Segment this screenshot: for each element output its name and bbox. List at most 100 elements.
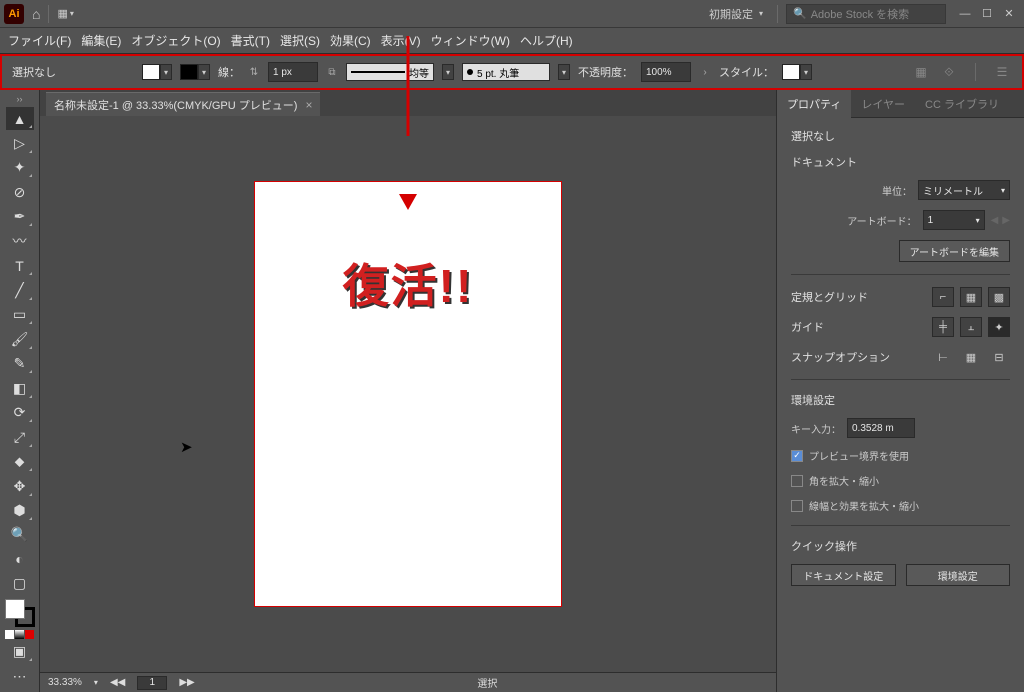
- shaper-tool[interactable]: ✎: [6, 352, 34, 375]
- pen-tool[interactable]: ✒: [6, 205, 34, 228]
- tab-properties[interactable]: プロパティ: [777, 90, 851, 118]
- menu-type[interactable]: 書式(T): [231, 32, 270, 49]
- style-swatch[interactable]: ▾: [782, 64, 812, 80]
- dropdown-icon[interactable]: ▾: [558, 64, 570, 80]
- stroke-weight-stepper-icon[interactable]: ⇅: [248, 67, 260, 78]
- magic-wand-tool[interactable]: ✦: [6, 156, 34, 179]
- close-button[interactable]: ✕: [998, 6, 1020, 22]
- brush-dropdown[interactable]: 5 pt. 丸筆: [462, 63, 550, 81]
- paintbrush-tool[interactable]: 🖌: [6, 327, 34, 350]
- tab-cc-libraries[interactable]: CC ライブラリ: [915, 90, 1009, 118]
- arrange-docs-dropdown[interactable]: ▦ ▾: [57, 7, 73, 20]
- minimize-button[interactable]: —: [954, 6, 976, 22]
- canvas[interactable]: 復活!! ➤: [40, 116, 776, 672]
- transform-icon[interactable]: ⟐: [939, 63, 959, 81]
- tool-status: 選択: [207, 675, 768, 690]
- window-buttons: — ☐ ✕: [954, 6, 1020, 22]
- width-tool[interactable]: ⬥: [6, 450, 34, 473]
- guide-toggle-icon[interactable]: ╪: [932, 317, 954, 337]
- panel-grip[interactable]: ››: [17, 94, 23, 104]
- artboard-select[interactable]: 1▾: [923, 210, 985, 230]
- app-logo: Ai: [4, 4, 24, 24]
- stroke-swatch[interactable]: ▾: [180, 64, 210, 80]
- search-input[interactable]: 🔍 Adobe Stock を検索: [786, 4, 946, 24]
- chevron-right-icon[interactable]: ›: [699, 67, 711, 78]
- menu-object[interactable]: オブジェクト(O): [131, 32, 220, 49]
- maximize-button[interactable]: ☐: [976, 6, 998, 22]
- line-tool[interactable]: ╱: [6, 278, 34, 301]
- preferences-button[interactable]: 環境設定: [906, 564, 1011, 586]
- smart-guide-icon[interactable]: ✦: [988, 317, 1010, 337]
- shape-builder-tool[interactable]: ⬢: [6, 499, 34, 522]
- fill-stroke-swatch[interactable]: [5, 599, 35, 627]
- zoom-level[interactable]: 33.33%: [48, 677, 82, 688]
- ruler-grid-label: 定規とグリッド: [791, 289, 926, 305]
- artboard-nav-input[interactable]: 1: [137, 676, 167, 690]
- guide-lock-icon[interactable]: ⫠: [960, 317, 982, 337]
- nav-prev-icon[interactable]: ◀◀: [110, 677, 125, 688]
- curvature-tool[interactable]: 〰: [6, 229, 34, 252]
- cursor-icon: ➤: [180, 438, 193, 456]
- options-icon[interactable]: ☰: [992, 63, 1012, 81]
- home-icon[interactable]: ⌂: [32, 6, 40, 22]
- snap-pixel-icon[interactable]: ⊟: [988, 347, 1010, 367]
- menu-edit[interactable]: 編集(E): [81, 32, 121, 49]
- screen-mode-tool[interactable]: ▣: [6, 640, 34, 663]
- menu-view[interactable]: 表示(V): [381, 32, 421, 49]
- selection-tool[interactable]: ▲: [6, 107, 34, 130]
- edit-toolbar[interactable]: ⋯: [6, 664, 34, 687]
- units-select[interactable]: ミリメートル▾: [918, 180, 1010, 200]
- opacity-input[interactable]: 100%: [641, 62, 691, 82]
- workspace-switcher[interactable]: 初期設定 ▾: [709, 6, 763, 22]
- document-setup-button[interactable]: ドキュメント設定: [791, 564, 896, 586]
- edit-artboard-button[interactable]: アートボードを編集: [899, 240, 1010, 262]
- checkbox-icon: ✓: [791, 450, 803, 462]
- scale-tool[interactable]: ⤢: [6, 425, 34, 448]
- align-icon[interactable]: ▦: [911, 63, 931, 81]
- menu-effect[interactable]: 効果(C): [330, 32, 371, 49]
- use-preview-bounds-checkbox[interactable]: ✓ プレビュー境界を使用: [791, 448, 1010, 463]
- eraser-tool[interactable]: ◧: [6, 376, 34, 399]
- stroke-weight-input[interactable]: 1 px: [268, 62, 318, 82]
- transparency-grid-icon[interactable]: ▩: [988, 287, 1010, 307]
- snap-point-icon[interactable]: ⊢: [932, 347, 954, 367]
- stroke-profile-dropdown[interactable]: 均等: [346, 63, 434, 81]
- title-bar: Ai ⌂ ▦ ▾ 初期設定 ▾ 🔍 Adobe Stock を検索 — ☐ ✕: [0, 0, 1024, 28]
- style-label: スタイル：: [719, 64, 774, 80]
- scale-strokes-checkbox[interactable]: 線幅と効果を拡大・縮小: [791, 498, 1010, 513]
- artboard-tool[interactable]: ▢: [6, 572, 34, 595]
- menu-help[interactable]: ヘルプ(H): [520, 32, 573, 49]
- artboard-nav[interactable]: ◀▶: [991, 215, 1010, 226]
- menu-select[interactable]: 選択(S): [280, 32, 320, 49]
- close-icon[interactable]: ×: [305, 98, 312, 112]
- snap-grid-icon[interactable]: ▦: [960, 347, 982, 367]
- tab-layers[interactable]: レイヤー: [851, 90, 915, 118]
- rectangle-tool[interactable]: ▭: [6, 303, 34, 326]
- link-icon[interactable]: ⧉: [326, 67, 338, 78]
- zoom-tool[interactable]: 🔍: [6, 523, 34, 546]
- checkbox-icon: [791, 500, 803, 512]
- ruler-icon[interactable]: ⌐: [932, 287, 954, 307]
- status-bar: 33.33%▾ ◀◀ 1 ▶▶ 選択: [40, 672, 776, 692]
- fill-swatch[interactable]: ▾: [142, 64, 172, 80]
- separator: [975, 63, 976, 81]
- color-mode-icons[interactable]: [5, 630, 34, 639]
- snap-label: スナップオプション: [791, 349, 926, 365]
- grid-icon[interactable]: ▦: [960, 287, 982, 307]
- artboard[interactable]: 復活!!: [254, 181, 562, 607]
- rotate-tool[interactable]: ⟳: [6, 401, 34, 424]
- direct-selection-tool[interactable]: ▷: [6, 131, 34, 154]
- selection-status: 選択なし: [12, 64, 56, 80]
- gradient-tool[interactable]: ◐: [6, 548, 34, 571]
- menu-file[interactable]: ファイル(F): [8, 32, 71, 49]
- free-transform-tool[interactable]: ✥: [6, 474, 34, 497]
- separator: [48, 5, 49, 23]
- type-tool[interactable]: T: [6, 254, 34, 277]
- nav-next-icon[interactable]: ▶▶: [179, 677, 194, 688]
- key-increment-input[interactable]: 0.3528 m: [847, 418, 915, 438]
- lasso-tool[interactable]: ⊘: [6, 180, 34, 203]
- menu-window[interactable]: ウィンドウ(W): [431, 32, 510, 49]
- dropdown-icon[interactable]: ▾: [442, 64, 454, 80]
- scale-corners-checkbox[interactable]: 角を拡大・縮小: [791, 473, 1010, 488]
- document-tab[interactable]: 名称未設定-1 @ 33.33%(CMYK/GPU プレビュー) ×: [46, 92, 320, 116]
